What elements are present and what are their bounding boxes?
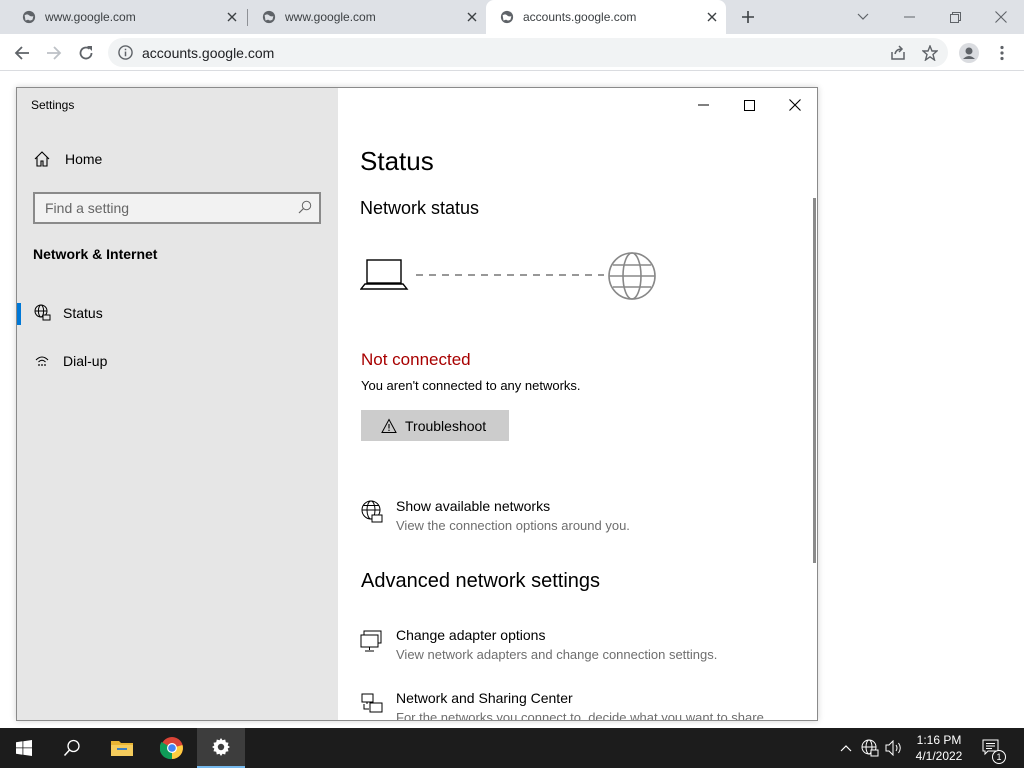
new-tab-button[interactable]: [738, 7, 758, 27]
url-text: accounts.google.com: [142, 45, 275, 61]
close-icon[interactable]: [224, 9, 240, 25]
connection-status: Not connected: [361, 350, 471, 369]
search-button[interactable]: [48, 728, 96, 768]
content-scrollbar[interactable]: [813, 198, 816, 563]
adapter-icon: [360, 630, 382, 652]
windows-taskbar: 1:16 PM 4/1/2022 1: [0, 728, 1024, 768]
settings-window: Settings Home Find a setting Network & I…: [16, 87, 818, 721]
more-menu-button[interactable]: [989, 40, 1015, 66]
back-button[interactable]: [9, 40, 35, 66]
warning-icon: [381, 417, 397, 433]
settings-content: Status Network status Not connected You …: [338, 88, 817, 720]
share-button[interactable]: [885, 40, 911, 66]
notification-count-badge: 1: [992, 750, 1006, 764]
link-title: Show available networks: [396, 498, 551, 514]
window-title: Settings: [31, 98, 75, 112]
page-title: Status: [360, 146, 434, 176]
advanced-settings-heading: Advanced network settings: [361, 570, 601, 592]
restore-button[interactable]: [932, 0, 978, 34]
forward-button[interactable]: [41, 40, 67, 66]
change-adapter-options-link[interactable]: Change adapter options View network adap…: [360, 627, 717, 662]
tab-search-button[interactable]: [840, 0, 886, 34]
sharing-center-icon: [361, 693, 383, 713]
taskbar-clock[interactable]: 1:16 PM 4/1/2022: [904, 732, 974, 764]
settings-taskbar-button[interactable]: [197, 728, 245, 768]
info-icon[interactable]: [118, 45, 133, 60]
settings-sidebar: Settings Home Find a setting Network & I…: [17, 88, 338, 720]
connection-status-description: You aren't connected to any networks.: [361, 378, 581, 393]
speaker-icon: [885, 740, 901, 756]
gear-icon: [212, 738, 230, 756]
home-label: Home: [65, 151, 103, 167]
file-explorer-button[interactable]: [98, 728, 146, 768]
network-diagram: [360, 252, 656, 300]
link-description: For the networks you connect to, decide …: [396, 710, 768, 721]
sidebar-item-status[interactable]: Status: [17, 293, 338, 333]
browser-tab-active[interactable]: accounts.google.com: [486, 0, 726, 34]
network-tray-button[interactable]: [860, 738, 880, 758]
network-status-heading: Network status: [360, 198, 480, 218]
browser-tab[interactable]: www.google.com: [0, 0, 246, 34]
reload-button[interactable]: [73, 40, 99, 66]
close-icon[interactable]: [464, 9, 480, 25]
window-minimize-button[interactable]: [688, 94, 718, 116]
window-maximize-button[interactable]: [734, 94, 764, 116]
profile-button[interactable]: [956, 40, 982, 66]
windows-logo-icon: [16, 740, 32, 756]
globe-icon: [22, 10, 36, 24]
network-globe-icon: [361, 500, 383, 523]
show-hidden-icons-button[interactable]: [836, 738, 856, 758]
folder-icon: [111, 741, 133, 756]
browser-toolbar: accounts.google.com: [0, 34, 1024, 71]
tab-title: accounts.google.com: [523, 10, 637, 24]
home-icon: [34, 151, 50, 167]
tab-title: www.google.com: [45, 10, 136, 24]
section-heading: Network & Internet: [33, 246, 158, 262]
close-icon[interactable]: [704, 9, 720, 25]
address-bar[interactable]: accounts.google.com: [108, 38, 948, 67]
chrome-taskbar-button[interactable]: [148, 728, 196, 768]
network-globe-icon: [861, 739, 879, 757]
sidebar-item-label: Status: [63, 305, 103, 321]
home-nav-item[interactable]: Home: [33, 150, 102, 168]
browser-tab[interactable]: www.google.com: [240, 0, 486, 34]
globe-icon: [608, 252, 656, 300]
link-title: Change adapter options: [396, 627, 546, 643]
globe-status-icon: [34, 304, 51, 321]
window-close-button[interactable]: [780, 94, 810, 116]
bookmark-star-button[interactable]: [917, 40, 943, 66]
dialup-icon: [35, 356, 49, 366]
search-icon: [63, 739, 80, 757]
search-icon[interactable]: [298, 200, 312, 214]
selected-indicator: [17, 303, 21, 325]
tab-title: www.google.com: [285, 10, 376, 24]
clock-time: 1:16 PM: [916, 733, 962, 747]
browser-tab-strip: www.google.com www.google.com accounts.g…: [0, 0, 1024, 34]
troubleshoot-label: Troubleshoot: [405, 417, 487, 434]
close-window-button[interactable]: [978, 0, 1024, 34]
link-description: View network adapters and change connect…: [396, 647, 718, 662]
link-description: View the connection options around you.: [396, 518, 630, 533]
sidebar-item-dialup[interactable]: Dial-up: [17, 341, 338, 381]
search-placeholder: Find a setting: [45, 200, 130, 216]
globe-icon: [262, 10, 276, 24]
sidebar-item-label: Dial-up: [63, 353, 108, 369]
start-button[interactable]: [0, 728, 48, 768]
show-available-networks-link[interactable]: Show available networks View the connect…: [360, 498, 630, 533]
minimize-button[interactable]: [886, 0, 932, 34]
volume-tray-button[interactable]: [884, 738, 904, 758]
globe-icon: [500, 10, 514, 24]
chrome-icon: [160, 737, 183, 760]
clock-date: 4/1/2022: [915, 749, 963, 763]
settings-search-input[interactable]: Find a setting: [33, 192, 321, 224]
laptop-icon: [360, 259, 409, 290]
network-sharing-center-link[interactable]: Network and Sharing Center For the netwo…: [360, 690, 768, 721]
troubleshoot-button[interactable]: Troubleshoot: [361, 410, 509, 441]
chevron-up-icon: [840, 745, 852, 752]
link-title: Network and Sharing Center: [396, 690, 573, 706]
